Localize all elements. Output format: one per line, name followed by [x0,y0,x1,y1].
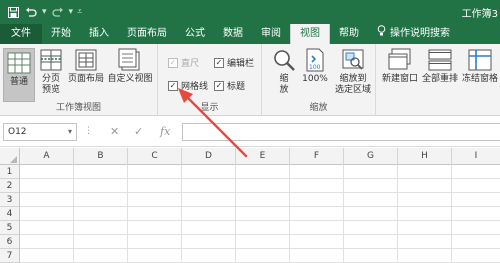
lightbulb-icon [377,24,386,44]
tab-home[interactable]: 开始 [42,24,80,44]
row-header-2[interactable]: 2 [0,179,20,193]
formula-bar-splitter-icon[interactable]: ⋮ [84,126,93,136]
column-header-f[interactable]: F [290,148,344,165]
group-workbook-views: 普通 分页 预览 页面布局 自定义视图 工作簿视图 [0,44,158,116]
custom-views-button[interactable]: 自定义视图 [106,48,154,85]
column-header-b[interactable]: B [74,148,128,165]
arrange-all-button[interactable]: 全部重排 [420,48,460,85]
row-header-3[interactable]: 3 [0,193,20,207]
enter-icon[interactable]: ✓ [134,125,143,138]
group-window: 新建窗口 全部重排 冻结窗格 [376,44,500,116]
tell-me-search[interactable]: 操作说明搜索 [368,24,459,44]
page-break-preview-icon [40,49,62,71]
group-show-label: 显示 [200,103,219,113]
tab-page-layout[interactable]: 页面布局 [118,24,176,44]
page-break-preview-button[interactable]: 分页 预览 [38,48,64,96]
tab-insert[interactable]: 插入 [80,24,118,44]
normal-view-button[interactable]: 普通 [3,48,35,102]
ribbon-tabs: 文件 开始 插入 页面布局 公式 数据 审阅 视图 帮助 操作说明搜索 [0,24,500,44]
redo-dropdown-icon[interactable]: ▾ [69,7,74,17]
freeze-panes-button[interactable]: 冻结窗格 [460,48,500,85]
zoom-100-icon: 100 [306,48,324,72]
svg-text:100: 100 [309,64,321,71]
tell-me-label: 操作说明搜索 [390,28,450,39]
row-header-6[interactable]: 6 [0,235,20,249]
headings-checkbox[interactable]: ✓ 标题 [214,79,245,92]
gridlines-checkbox[interactable]: ✓ 网格线 [168,79,208,92]
new-window-icon [388,48,411,70]
customize-icon[interactable]: ⩡ [77,7,82,17]
insert-function-icon[interactable]: fx [160,125,170,138]
quick-access-toolbar: ▾ ▾ ⩡ [0,0,84,24]
save-icon[interactable] [4,3,22,21]
column-header-g[interactable]: G [344,148,398,165]
tab-help[interactable]: 帮助 [330,24,368,44]
page-layout-view-button[interactable]: 页面布局 [68,48,104,85]
row-header-5[interactable]: 5 [0,221,20,235]
column-header-e[interactable]: E [236,148,290,165]
name-box[interactable]: O12 ▾ [3,123,77,141]
column-header-c[interactable]: C [128,148,182,165]
zoom-to-selection-button[interactable]: 缩放到 选定区域 [332,48,374,96]
gridlines-check-icon: ✓ [168,80,178,91]
custom-views-icon [118,48,140,71]
select-all-button[interactable] [0,148,20,165]
headings-check-icon: ✓ [214,80,224,91]
ribbon: 普通 分页 预览 页面布局 自定义视图 工作簿视图 ✓ 直尺 ✓ 编辑栏 ✓ 网… [0,44,500,116]
zoom-button[interactable]: 缩 放 [270,48,298,96]
formula-input[interactable] [182,123,500,141]
group-workbook-views-label: 工作簿视图 [55,103,101,113]
group-show: ✓ 直尺 ✓ 编辑栏 ✓ 网格线 ✓ 标题 显示 [158,44,262,116]
document-title: 工作簿3 [461,9,498,20]
magnifier-icon [274,50,295,71]
column-headers: A B C D E F G H I [0,148,500,165]
tab-file[interactable]: 文件 [0,24,42,44]
tab-formulas[interactable]: 公式 [176,24,214,44]
formula-bar: O12 ▾ ⋮ ✕ ✓ fx [0,117,500,147]
redo-icon[interactable] [49,3,67,21]
arrange-all-icon [428,49,452,71]
formula-bar-check-icon: ✓ [214,57,224,68]
undo-dropdown-icon[interactable]: ▾ [42,7,47,17]
cell-area[interactable] [20,165,500,263]
worksheet-grid: A B C D E F G H I 1 2 3 4 5 6 7 [0,148,500,263]
zoom-100-button[interactable]: 100 100% [300,48,330,85]
cancel-icon[interactable]: ✕ [110,125,119,138]
select-all-icon [10,156,17,163]
column-header-d[interactable]: D [182,148,236,165]
title-bar: ▾ ▾ ⩡ 工作簿3 [0,0,500,24]
undo-icon[interactable] [22,3,40,21]
page-layout-view-icon [75,49,97,71]
ruler-checkbox: ✓ 直尺 [168,57,200,69]
row-header-7[interactable]: 7 [0,249,20,263]
tab-view[interactable]: 视图 [290,24,330,44]
group-zoom-label: 缩放 [309,103,328,113]
freeze-panes-icon [468,49,492,71]
column-header-i[interactable]: I [452,148,500,165]
normal-view-icon [7,52,31,74]
row-header-4[interactable]: 4 [0,207,20,221]
tab-review[interactable]: 审阅 [252,24,290,44]
tab-data[interactable]: 数据 [214,24,252,44]
new-window-button[interactable]: 新建窗口 [380,48,420,85]
column-header-a[interactable]: A [20,148,74,165]
row-header-1[interactable]: 1 [0,165,20,179]
name-box-dropdown-icon[interactable]: ▾ [68,124,72,140]
zoom-to-selection-icon [342,49,364,70]
group-zoom: 缩 放 100 100% 缩放到 选定区域 缩放 [262,44,376,116]
ruler-check-icon: ✓ [168,57,178,68]
column-header-h[interactable]: H [398,148,452,165]
formula-bar-checkbox[interactable]: ✓ 编辑栏 [214,56,254,69]
